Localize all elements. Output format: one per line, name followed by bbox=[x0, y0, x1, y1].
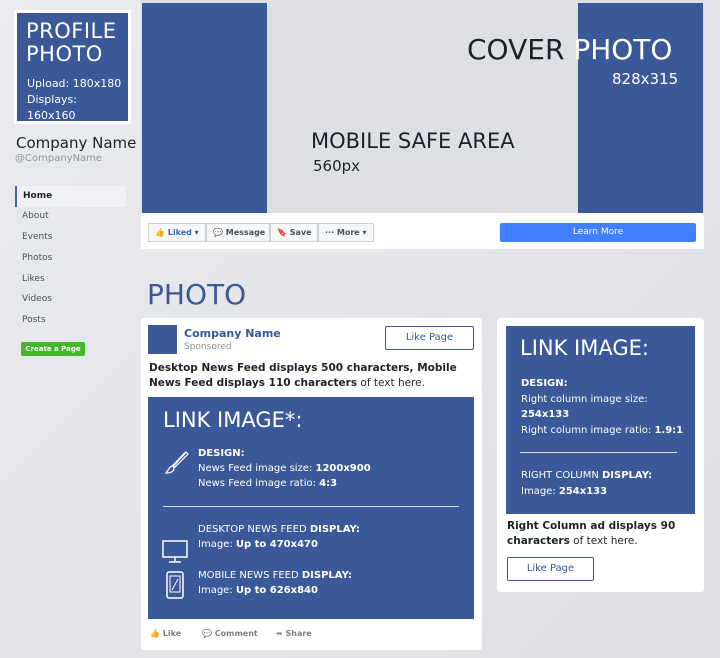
comment-label: Comment bbox=[214, 629, 258, 638]
rc-display-bold: DISPLAY: bbox=[602, 470, 653, 481]
rc-image-value: 254x133 bbox=[558, 486, 608, 497]
share-label: Share bbox=[285, 629, 312, 638]
comment-button[interactable]: 💬 Comment bbox=[202, 629, 258, 638]
liked-label: Liked bbox=[167, 228, 192, 237]
caret-down-icon: ▾ bbox=[362, 228, 367, 237]
sidebar-item-likes[interactable]: Likes bbox=[15, 269, 126, 290]
avatar[interactable] bbox=[148, 325, 177, 354]
like-button[interactable]: 👍 Like bbox=[150, 629, 181, 638]
desktop-monitor-icon bbox=[162, 540, 188, 563]
thumbs-up-icon: 👍 bbox=[155, 228, 165, 237]
thumbs-up-icon: 👍 bbox=[150, 629, 163, 638]
like-label: Like bbox=[162, 629, 182, 638]
post-author-name[interactable]: Company Name bbox=[184, 327, 281, 340]
rc-ratio-label: Right column image ratio: bbox=[521, 425, 655, 436]
rc-display-prefix: RIGHT COLUMN bbox=[521, 470, 602, 481]
news-feed-image-ratio: News Feed image ratio: 4:3 bbox=[198, 476, 337, 492]
mobile-safe-area-size: 560px bbox=[313, 157, 361, 175]
profile-photo-title: PROFILE PHOTO bbox=[26, 20, 117, 66]
cover-title-part1: COVER bbox=[467, 33, 574, 66]
post-body-text: Desktop News Feed displays 500 character… bbox=[149, 361, 469, 391]
message-button[interactable]: 💬 Message bbox=[206, 223, 270, 242]
rc-ratio-value: 1.9:1 bbox=[654, 425, 684, 436]
sponsored-label: Sponsored bbox=[184, 342, 232, 352]
sidebar-item-posts[interactable]: Posts bbox=[15, 310, 126, 331]
size-label: News Feed image size: bbox=[198, 463, 316, 474]
more-button[interactable]: ··· More ▾ bbox=[318, 223, 374, 242]
comment-icon: 💬 bbox=[202, 629, 215, 638]
cover-left-crop-zone bbox=[142, 3, 267, 213]
cover-photo-title: COVER PHOTO bbox=[467, 33, 672, 66]
ratio-label: News Feed image ratio: bbox=[198, 478, 320, 489]
rc-image-size: Image: 254x133 bbox=[521, 484, 607, 499]
mobile-image-label: Image: bbox=[198, 585, 236, 596]
rc-image-label: Image: bbox=[521, 486, 559, 497]
rc-design-label: DESIGN: bbox=[521, 378, 568, 389]
news-feed-image-size: News Feed image size: 1200x900 bbox=[198, 461, 371, 477]
create-page-button[interactable]: Create a Page bbox=[21, 342, 85, 356]
mobile-label: MOBILE NEWS FEED bbox=[198, 570, 302, 581]
right-column-title: LINK IMAGE: bbox=[520, 336, 649, 360]
desktop-label: DESKTOP NEWS FEED bbox=[198, 524, 310, 535]
mobile-phone-icon bbox=[166, 571, 184, 599]
profile-title-line1: PROFILE bbox=[26, 19, 117, 43]
divider bbox=[520, 452, 677, 453]
desktop-image-value: Up to 470x470 bbox=[235, 539, 318, 550]
mobile-image-value: Up to 626x840 bbox=[235, 585, 318, 596]
rc-display-label: RIGHT COLUMN DISPLAY: bbox=[521, 468, 652, 483]
save-label: Save bbox=[289, 228, 312, 237]
message-icon: 💬 bbox=[213, 228, 223, 237]
profile-photo-placeholder: PROFILE PHOTO Upload: 180x180 Displays: … bbox=[14, 10, 131, 124]
mobile-safe-area-label: MOBILE SAFE AREA bbox=[311, 129, 515, 153]
page-title[interactable]: Company Name bbox=[16, 134, 136, 152]
section-title: PHOTO bbox=[147, 278, 247, 311]
learn-more-button[interactable]: Learn More bbox=[500, 223, 696, 242]
desktop-image-size: Image: Up to 470x470 bbox=[198, 537, 318, 553]
rc-size-label: Right column image size: bbox=[521, 394, 648, 405]
rc-ratio: Right column image ratio: 1.9:1 bbox=[521, 423, 683, 438]
rc-text-rest: of text here. bbox=[569, 535, 638, 547]
more-label: ··· More bbox=[325, 228, 360, 237]
ratio-value: 4:3 bbox=[319, 478, 338, 489]
liked-button[interactable]: 👍 Liked ▾ bbox=[148, 223, 206, 242]
profile-upload-size: Upload: 180x180 bbox=[27, 77, 122, 90]
link-image-title: LINK IMAGE*: bbox=[163, 408, 303, 432]
sidebar-item-photos[interactable]: Photos bbox=[15, 248, 126, 269]
profile-display-size: Displays: 160x160 bbox=[27, 93, 77, 122]
post-text-rest: of text here. bbox=[357, 377, 425, 389]
sidebar-item-home[interactable]: Home bbox=[15, 186, 126, 207]
save-button[interactable]: 🔖 Save bbox=[270, 223, 318, 242]
design-label: DESIGN: bbox=[198, 448, 245, 459]
cover-title-part2: PHOTO bbox=[573, 33, 673, 66]
divider bbox=[163, 506, 459, 507]
mobile-display-label: MOBILE NEWS FEED DISPLAY: bbox=[198, 568, 352, 584]
profile-title-line2: PHOTO bbox=[26, 42, 103, 66]
like-page-button[interactable]: Like Page bbox=[385, 326, 474, 350]
desktop-image-label: Image: bbox=[198, 539, 236, 550]
share-arrow-icon: ➦ bbox=[276, 629, 286, 638]
bookmark-icon: 🔖 bbox=[277, 228, 287, 237]
paintbrush-icon bbox=[164, 451, 189, 474]
caret-down-icon: ▾ bbox=[194, 228, 199, 237]
page-handle: @CompanyName bbox=[15, 153, 103, 164]
cover-photo-size: 828x315 bbox=[612, 70, 679, 88]
sidebar-item-events[interactable]: Events bbox=[15, 227, 126, 248]
desktop-display-label: DESKTOP NEWS FEED DISPLAY: bbox=[198, 522, 360, 538]
share-button[interactable]: ➦ Share bbox=[276, 629, 312, 638]
sidebar-item-about[interactable]: About bbox=[15, 206, 126, 227]
desktop-bold: DISPLAY: bbox=[309, 524, 360, 535]
mobile-image-size: Image: Up to 626x840 bbox=[198, 583, 318, 599]
profile-photo-specs: Upload: 180x180 Displays: 160x160 bbox=[27, 76, 128, 124]
mobile-bold: DISPLAY: bbox=[301, 570, 352, 581]
message-label: Message bbox=[225, 228, 266, 237]
size-value: 1200x900 bbox=[315, 463, 371, 474]
sidebar-item-videos[interactable]: Videos bbox=[15, 289, 126, 310]
rc-size-value: 254x133 bbox=[521, 409, 570, 420]
rc-body-text: Right Column ad displays 90 characters o… bbox=[507, 519, 697, 549]
like-page-button[interactable]: Like Page bbox=[507, 557, 594, 581]
